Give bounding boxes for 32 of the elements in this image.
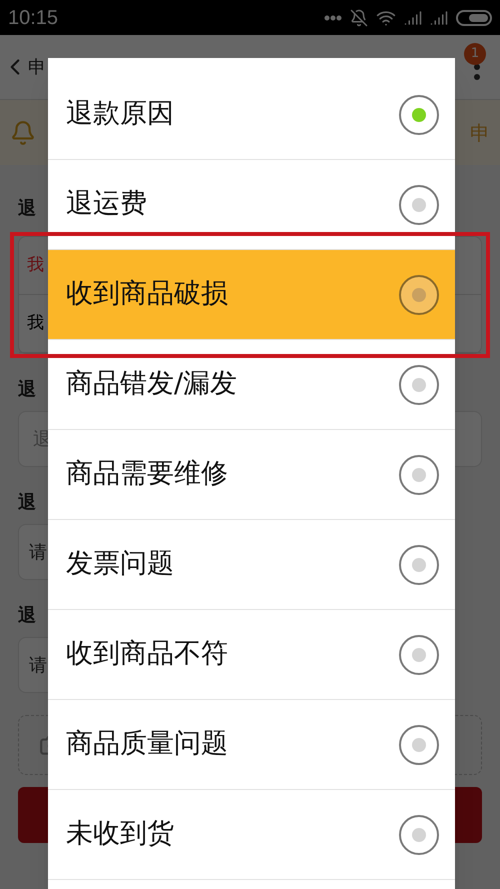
field-label: 退 — [18, 604, 36, 628]
reason-option[interactable]: 退运费 — [48, 160, 455, 250]
radio-button[interactable] — [399, 634, 439, 674]
radio-button[interactable] — [399, 544, 439, 584]
field-label: 退 — [18, 197, 36, 221]
status-time: 10:15 — [8, 6, 58, 30]
reason-option[interactable]: 未收到货 — [48, 790, 455, 880]
field-label: 退 — [18, 378, 36, 402]
field-label: 退 — [18, 491, 36, 515]
reason-option[interactable]: 收到商品破损 — [48, 250, 455, 340]
reason-option[interactable]: 收到商品不符 — [48, 610, 455, 700]
battery-icon — [456, 10, 492, 26]
radio-button[interactable] — [399, 94, 439, 134]
bell-icon — [10, 120, 36, 146]
radio-button[interactable] — [399, 274, 439, 314]
reason-option[interactable]: 发票问题 — [48, 520, 455, 610]
reason-option[interactable]: 商品质量问题 — [48, 700, 455, 790]
radio-button[interactable] — [399, 814, 439, 854]
signal-icon — [404, 8, 422, 26]
notice-text: 申 — [470, 120, 490, 146]
radio-button[interactable] — [399, 364, 439, 404]
more-dots-icon — [324, 14, 342, 20]
reason-option[interactable]: 退款原因 — [48, 70, 455, 160]
radio-button[interactable] — [399, 184, 439, 224]
signal-icon — [430, 8, 448, 26]
header-title: 申 — [28, 56, 46, 80]
radio-button[interactable] — [399, 454, 439, 494]
reason-option[interactable]: 商品错发/漏发 — [48, 340, 455, 430]
mute-icon — [350, 8, 368, 26]
radio-button[interactable] — [399, 724, 439, 764]
notification-badge: 1 — [464, 43, 486, 65]
reason-option[interactable]: 商品需要维修 — [48, 430, 455, 520]
